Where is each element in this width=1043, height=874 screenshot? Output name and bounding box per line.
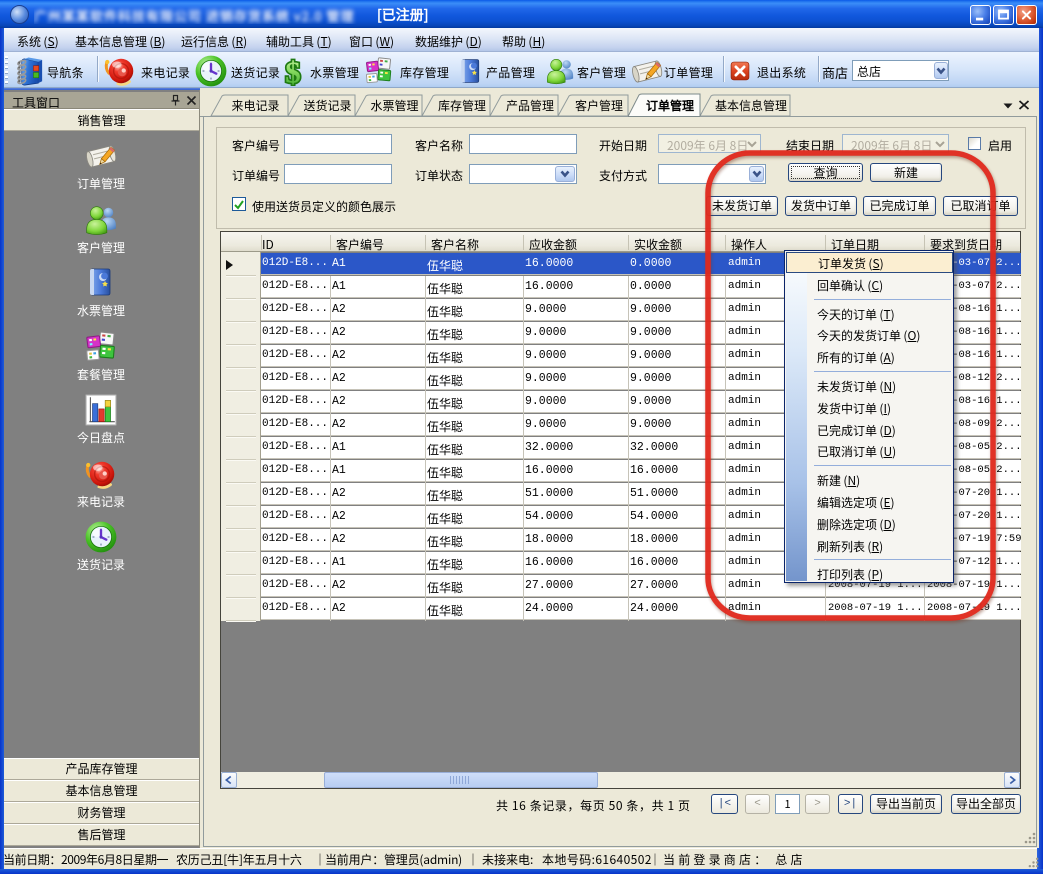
svg-text:来电记录: 来电记录 xyxy=(231,97,279,114)
svg-text:$: $ xyxy=(285,56,300,86)
svg-text:订单管理: 订单管理 xyxy=(646,97,694,114)
svg-text:基本信息管理: 基本信息管理 xyxy=(715,97,787,114)
svg-text:客户管理: 客户管理 xyxy=(575,97,623,114)
svg-text:产品管理: 产品管理 xyxy=(506,97,554,114)
svg-text:送货记录: 送货记录 xyxy=(303,97,351,114)
svg-text:库存管理: 库存管理 xyxy=(438,97,486,114)
svg-text:水票管理: 水票管理 xyxy=(370,97,418,114)
